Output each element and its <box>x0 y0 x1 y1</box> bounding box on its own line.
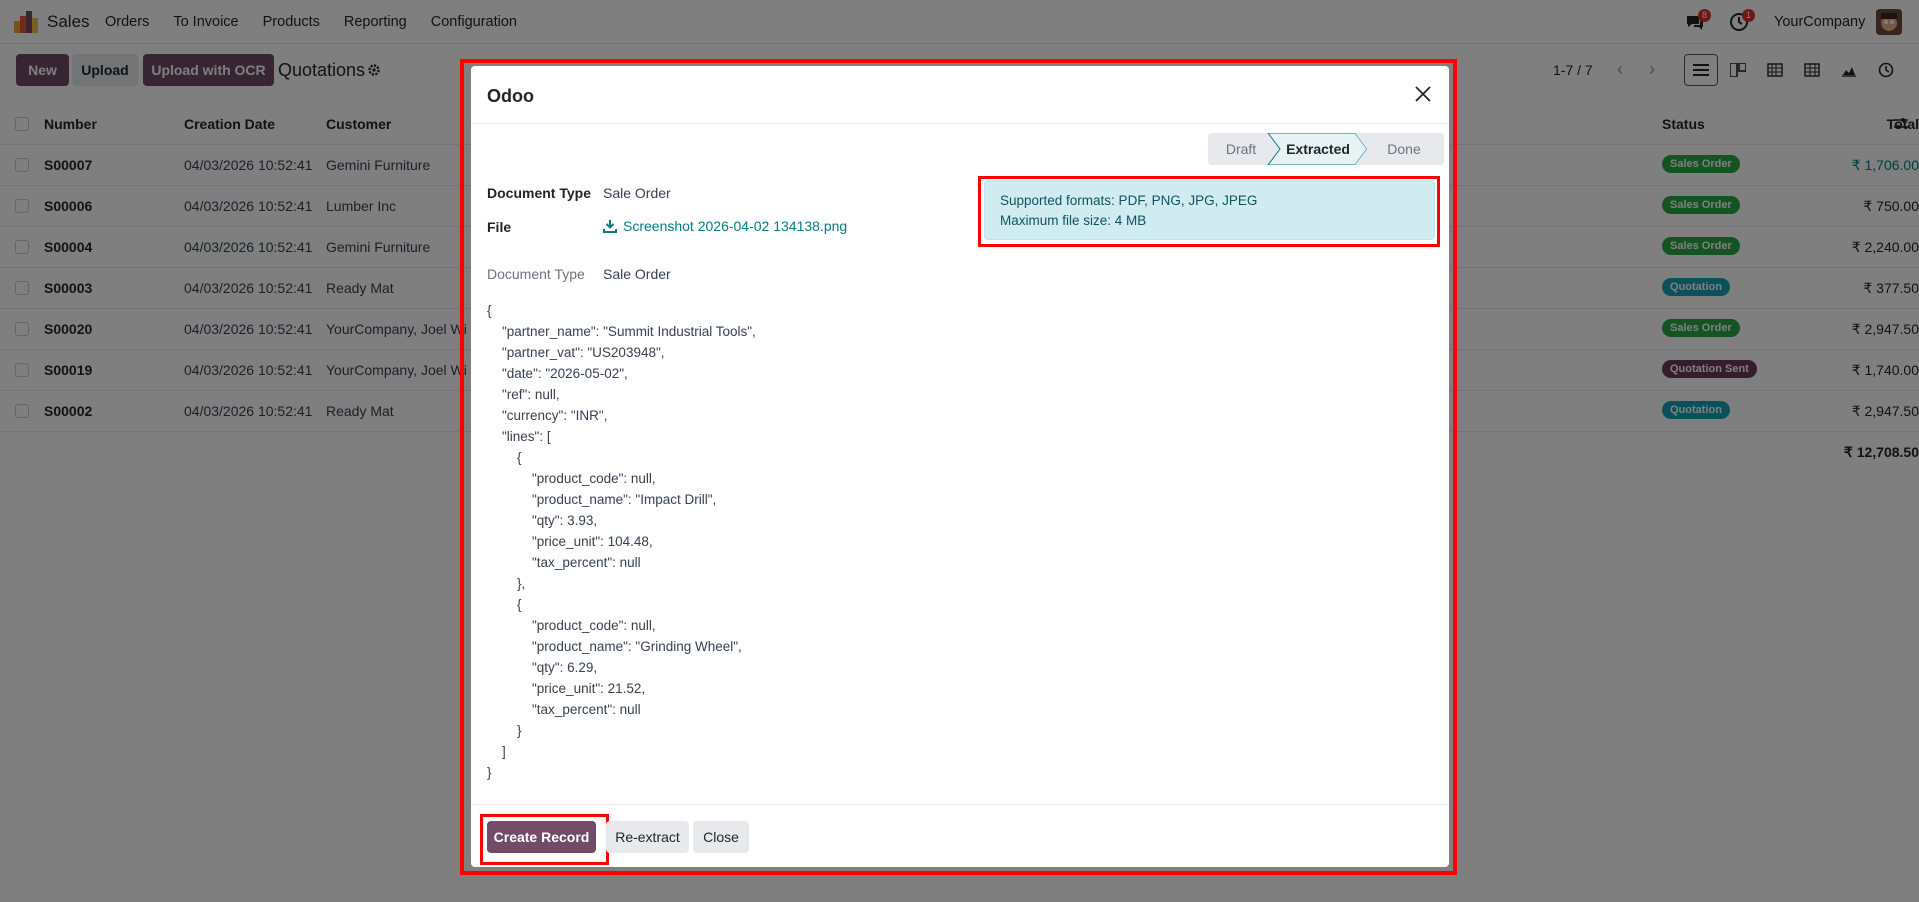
modal-header: Odoo <box>471 66 1449 124</box>
close-icon[interactable] <box>1413 84 1433 104</box>
modal-title: Odoo <box>487 86 534 106</box>
stage-draft[interactable]: Draft <box>1208 133 1274 165</box>
extracted-json: { "partner_name": "Summit Industrial Too… <box>487 303 756 780</box>
stage-extracted[interactable]: Extracted <box>1274 133 1362 165</box>
document-type-value[interactable]: Sale Order <box>603 185 671 201</box>
file-name: Screenshot 2026-04-02 134138.png <box>623 218 848 234</box>
document-type-value-2: Sale Order <box>603 266 671 282</box>
create-highlight-outline <box>480 814 609 865</box>
ocr-extraction-dialog: Odoo Draft Extracted Done Document Type … <box>471 66 1449 867</box>
re-extract-button[interactable]: Re-extract <box>606 821 689 853</box>
modal-footer: Create Record Re-extract Close <box>471 804 1449 867</box>
document-type-label: Document Type <box>487 185 591 201</box>
close-button[interactable]: Close <box>693 821 749 853</box>
document-type-label-2: Document Type <box>487 266 585 282</box>
file-label: File <box>487 219 512 235</box>
info-highlight-outline <box>978 176 1440 247</box>
file-download-link[interactable]: Screenshot 2026-04-02 134138.png <box>603 218 847 234</box>
stage-done[interactable]: Done <box>1364 133 1444 165</box>
download-icon <box>603 220 617 233</box>
